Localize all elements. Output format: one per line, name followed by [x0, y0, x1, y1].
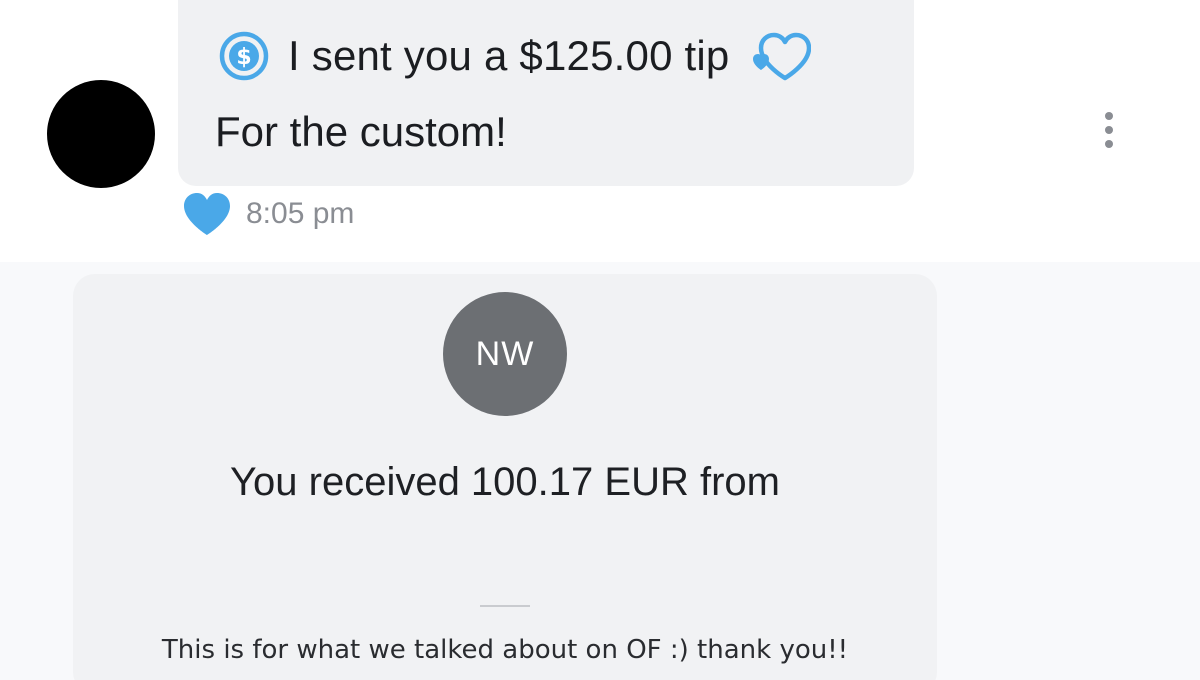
sender-initials: NW: [475, 334, 535, 373]
payment-section: NW You received 100.17 EUR from This is …: [0, 262, 1200, 680]
more-vertical-icon[interactable]: [1097, 110, 1121, 150]
divider: [480, 605, 530, 607]
screenshot-page: $ I sent you a $125.00 tip For the custo…: [0, 0, 1200, 680]
heart-outline-icon: [753, 32, 812, 81]
message-body: For the custom!: [215, 108, 507, 155]
heart-filled-icon[interactable]: [182, 191, 232, 237]
message-bubble[interactable]: $ I sent you a $125.00 tip For the custo…: [178, 0, 914, 186]
sender-avatar[interactable]: [47, 80, 155, 188]
chat-message-section: $ I sent you a $125.00 tip For the custo…: [0, 0, 1200, 262]
dollar-circle-icon: $: [219, 31, 269, 81]
payment-card: NW You received 100.17 EUR from This is …: [73, 274, 937, 680]
payment-note: This is for what we talked about on OF :…: [161, 635, 849, 665]
payment-received-text: You received 100.17 EUR from: [230, 460, 780, 504]
tip-text: I sent you a $125.00 tip: [288, 32, 730, 79]
message-timestamp: 8:05 pm: [246, 197, 355, 230]
tip-line: $ I sent you a $125.00 tip: [218, 28, 812, 84]
svg-text:$: $: [236, 45, 251, 70]
sender-initials-avatar: NW: [443, 292, 567, 416]
